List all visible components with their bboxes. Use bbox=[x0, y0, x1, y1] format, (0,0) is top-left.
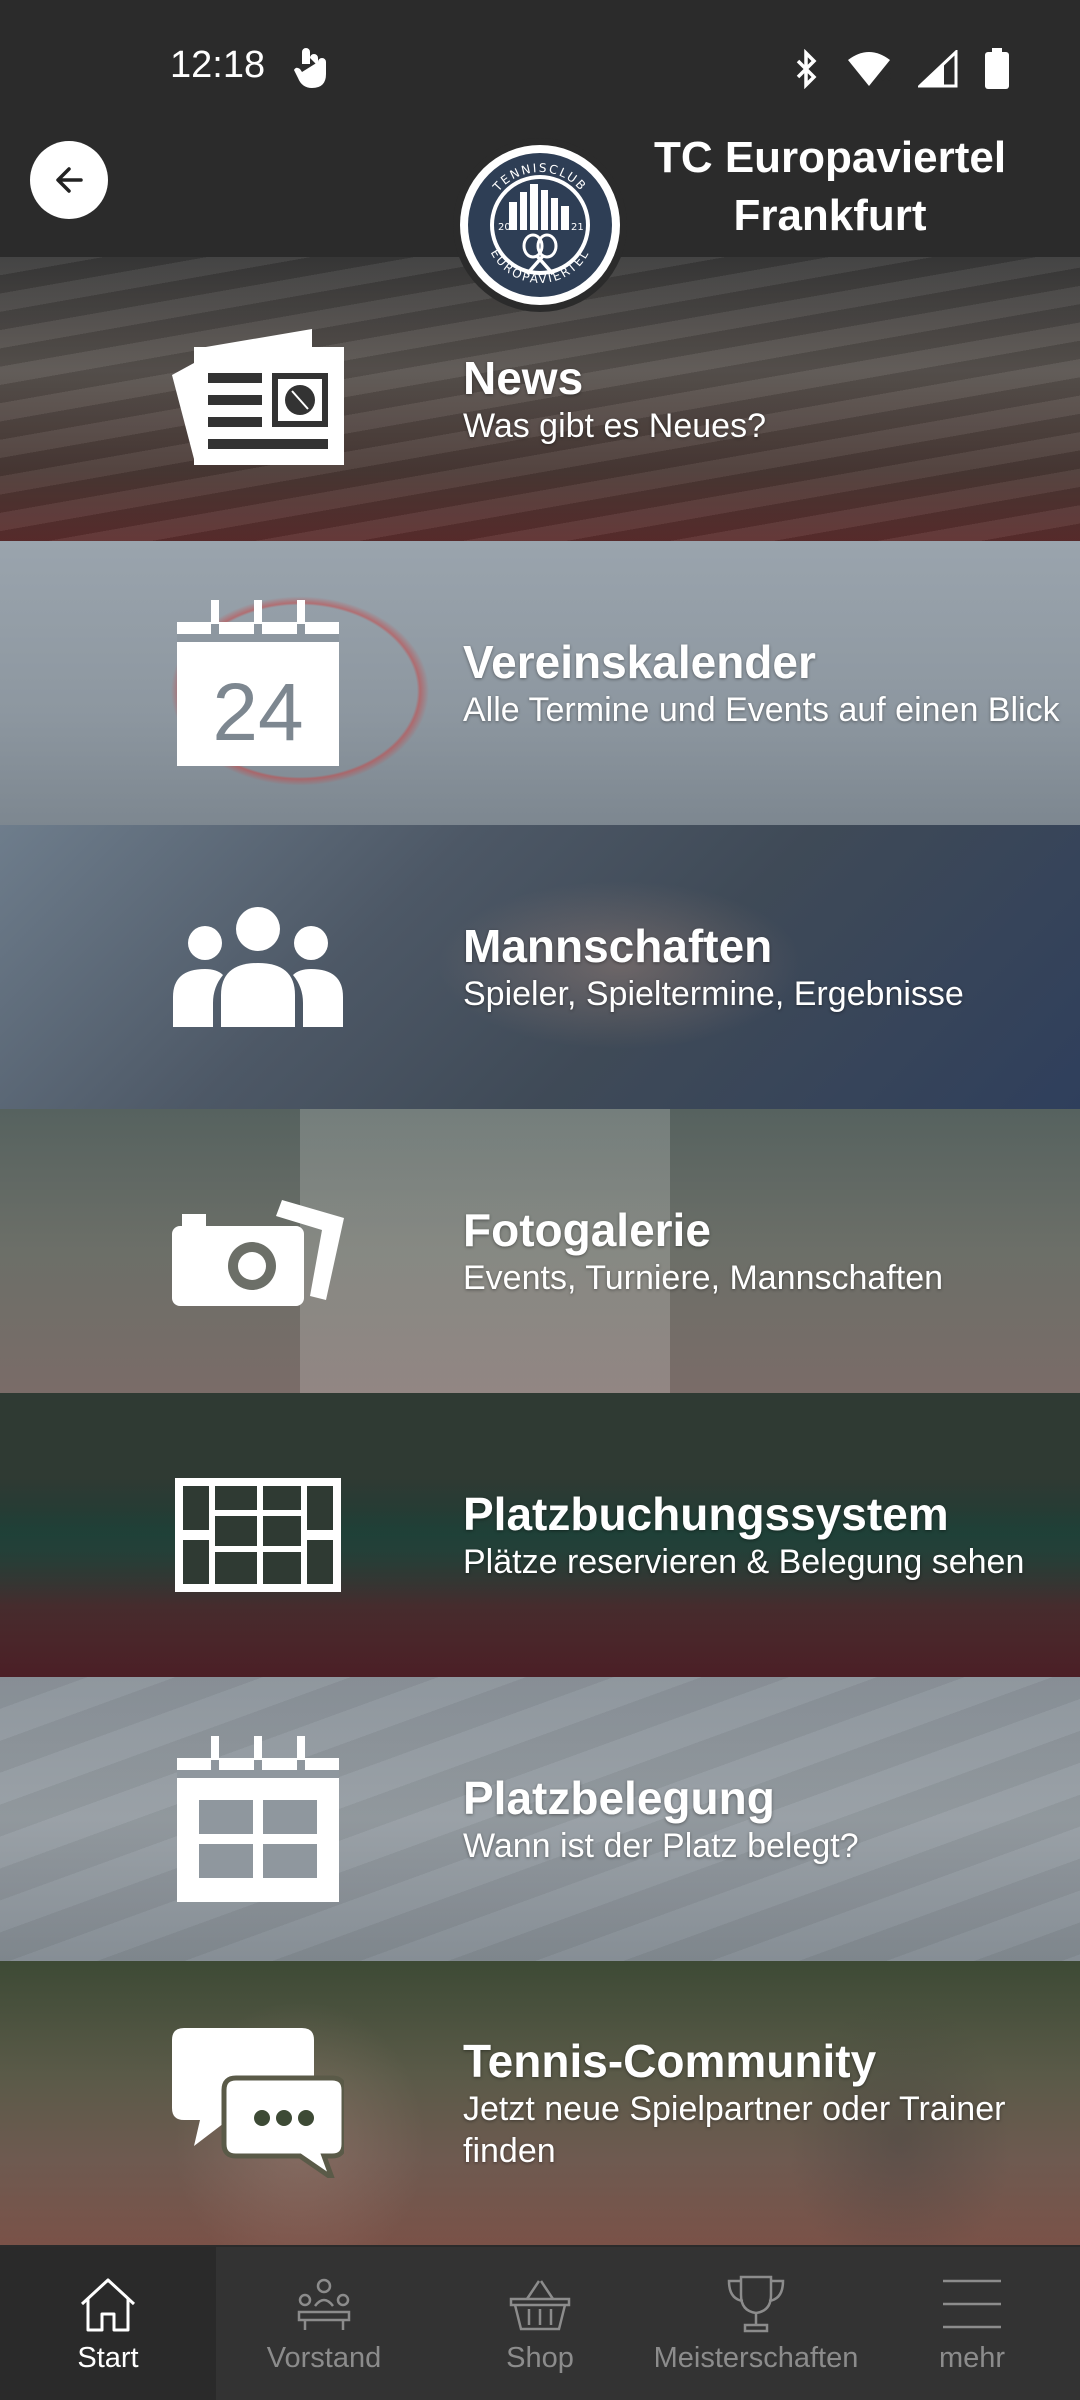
menu-item-subtitle: Spieler, Spieltermine, Ergebnisse bbox=[463, 975, 964, 1013]
nav-label: Meisterschaften bbox=[653, 2342, 859, 2374]
logo-year-right: 21 bbox=[571, 222, 584, 233]
calendar-icon-number: 24 bbox=[212, 667, 303, 758]
menu-item-title: Vereinskalender bbox=[463, 636, 816, 688]
court-grid-icon bbox=[172, 1460, 344, 1610]
trophy-icon bbox=[724, 2272, 788, 2336]
menu-item-subtitle: Alle Termine und Events auf einen Blick bbox=[463, 691, 1060, 729]
menu-item-platzbelegung[interactable]: Platzbelegung Wann ist der Platz belegt? bbox=[0, 1677, 1080, 1961]
menu-item-title: Fotogalerie bbox=[463, 1204, 711, 1256]
menu-item-subtitle: Jetzt neue Spielpartner oder Trainer fin… bbox=[463, 2090, 1006, 2170]
status-icons bbox=[794, 48, 1010, 90]
menu-item-subtitle: Wann ist der Platz belegt? bbox=[463, 1827, 859, 1865]
logo-graphic: 20 21 TENNISCLUB EUROPAVIERTEL bbox=[468, 153, 612, 297]
chat-bubbles-icon bbox=[172, 2028, 344, 2178]
main-menu: News Was gibt es Neues? 24 Vereinskalend… bbox=[0, 257, 1080, 2245]
logo-year-left: 20 bbox=[498, 222, 511, 233]
nav-label: Start bbox=[77, 2342, 139, 2374]
calendar-24-icon: 24 bbox=[172, 600, 344, 766]
board-meeting-icon bbox=[292, 2272, 356, 2336]
menu-item-subtitle: Events, Turniere, Mannschaften bbox=[463, 1259, 944, 1297]
nav-label: mehr bbox=[938, 2342, 1006, 2374]
nav-label: Shop bbox=[506, 2342, 574, 2374]
menu-item-title: Platzbuchungssystem bbox=[463, 1488, 949, 1540]
menu-item-vereinskalender[interactable]: 24 Vereinskalender Alle Termine und Even… bbox=[0, 541, 1080, 825]
nav-vorstand[interactable]: Vorstand bbox=[216, 2247, 432, 2400]
bottom-navigation: Start Vorstand Shop Meisterschaften mehr bbox=[0, 2247, 1080, 2400]
wifi-icon bbox=[848, 52, 892, 86]
menu-item-title: News bbox=[463, 352, 584, 404]
back-button[interactable] bbox=[30, 141, 108, 219]
nav-label: Vorstand bbox=[266, 2342, 382, 2374]
menu-item-title: Tennis-Community bbox=[463, 2035, 877, 2087]
nav-start[interactable]: Start bbox=[0, 2247, 216, 2400]
menu-item-subtitle: Plätze reservieren & Belegung sehen bbox=[463, 1543, 1025, 1581]
bluetooth-icon bbox=[796, 49, 817, 89]
nav-meisterschaften[interactable]: Meisterschaften bbox=[648, 2247, 864, 2400]
calendar-grid-icon bbox=[172, 1736, 344, 1902]
home-icon bbox=[76, 2272, 140, 2336]
signal-icon bbox=[918, 50, 958, 88]
arrow-left-icon bbox=[56, 167, 83, 193]
nav-shop[interactable]: Shop bbox=[432, 2247, 648, 2400]
menu-item-title: Mannschaften bbox=[463, 920, 773, 972]
menu-item-subtitle: Was gibt es Neues? bbox=[463, 407, 766, 445]
status-bar: 12:18 bbox=[0, 0, 1080, 135]
app-title: TC Europaviertel Frankfurt bbox=[653, 133, 1007, 240]
menu-item-mannschaften[interactable]: Mannschaften Spieler, Spieltermine, Erge… bbox=[0, 825, 1080, 1109]
club-logo[interactable]: 20 21 TENNISCLUB EUROPAVIERTEL bbox=[453, 138, 627, 312]
battery-icon bbox=[985, 48, 1009, 89]
newspaper-icon bbox=[172, 324, 344, 474]
menu-item-platzbuchungssystem[interactable]: Platzbuchungssystem Plätze reservieren &… bbox=[0, 1393, 1080, 1677]
camera-photos-icon bbox=[172, 1176, 344, 1326]
menu-item-title: Platzbelegung bbox=[463, 1772, 775, 1824]
gesture-icon bbox=[290, 44, 334, 92]
menu-item-tennis-community[interactable]: Tennis-Community Jetzt neue Spielpartner… bbox=[0, 1961, 1080, 2245]
status-time: 12:18 bbox=[170, 44, 266, 86]
nav-mehr[interactable]: mehr bbox=[864, 2247, 1080, 2400]
menu-icon bbox=[940, 2272, 1004, 2336]
logo-badge: 20 21 TENNISCLUB EUROPAVIERTEL bbox=[460, 145, 620, 305]
team-icon bbox=[172, 892, 344, 1042]
basket-icon bbox=[508, 2272, 572, 2336]
menu-item-fotogalerie[interactable]: Fotogalerie Events, Turniere, Mannschaft… bbox=[0, 1109, 1080, 1393]
